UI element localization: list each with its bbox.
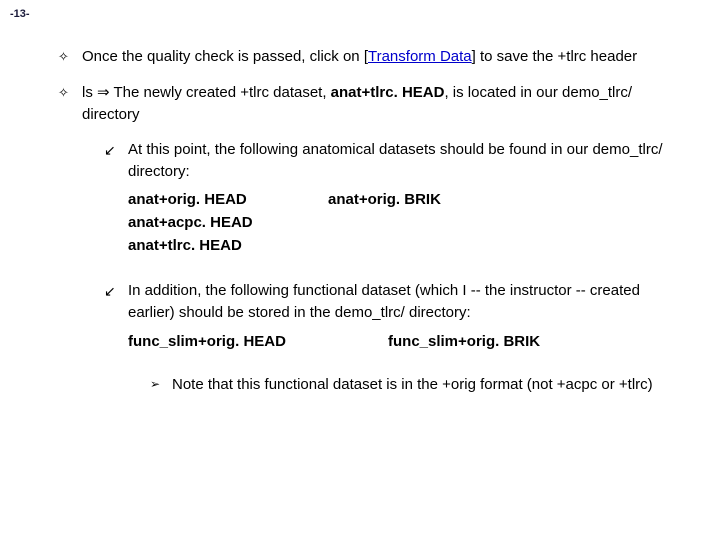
page-number: -13-	[10, 8, 30, 20]
bullet-item-2: ✧ ls ⇒ The newly created +tlrc dataset, …	[58, 82, 680, 126]
transform-data-link[interactable]: Transform Data	[368, 48, 472, 65]
bullet-2-pre: ls	[82, 84, 97, 101]
arrow-bullet-icon: ↙	[104, 280, 128, 324]
file-name: func_slim+orig. HEAD	[128, 333, 388, 350]
anatomical-file-list: anat+orig. HEAD anat+orig. BRIK anat+acp…	[128, 191, 680, 254]
file-row: anat+orig. HEAD anat+orig. BRIK	[128, 191, 680, 208]
file-name: anat+orig. BRIK	[328, 191, 528, 208]
sub-item-1: ↙ At this point, the following anatomica…	[104, 139, 680, 183]
note-item: ➢ Note that this functional dataset is i…	[150, 374, 680, 396]
double-arrow-icon: ⇒	[97, 84, 110, 101]
sub-item-2: ↙ In addition, the following functional …	[104, 280, 680, 324]
arrow-bullet-icon: ↙	[104, 139, 128, 183]
bullet-2-text: ls ⇒ The newly created +tlrc dataset, an…	[82, 82, 680, 126]
bullet-1-text: Once the quality check is passed, click …	[82, 46, 680, 68]
bullet-1-pre: Once the quality check is passed, click …	[82, 48, 364, 65]
chevron-bullet-icon: ➢	[150, 374, 172, 396]
bullet-1-post: to save the +tlrc header	[476, 48, 637, 65]
slide-content: ✧ Once the quality check is passed, clic…	[0, 0, 720, 422]
diamond-bullet-icon: ✧	[58, 46, 82, 68]
sub-2-text: In addition, the following functional da…	[128, 280, 680, 324]
file-name: anat+tlrc. HEAD	[128, 237, 328, 254]
diamond-bullet-icon: ✧	[58, 82, 82, 126]
file-row: anat+tlrc. HEAD	[128, 237, 680, 254]
bullet-2-mid: The newly created +tlrc dataset,	[110, 84, 331, 101]
file-row: anat+acpc. HEAD	[128, 214, 680, 231]
functional-file-list: func_slim+orig. HEAD func_slim+orig. BRI…	[128, 333, 680, 350]
bullet-item-1: ✧ Once the quality check is passed, clic…	[58, 46, 680, 68]
file-row: func_slim+orig. HEAD func_slim+orig. BRI…	[128, 333, 680, 350]
note-text: Note that this functional dataset is in …	[172, 374, 680, 396]
sub-1-text: At this point, the following anatomical …	[128, 139, 680, 183]
file-name: anat+orig. HEAD	[128, 191, 328, 208]
file-name: func_slim+orig. BRIK	[388, 333, 540, 350]
file-name: anat+acpc. HEAD	[128, 214, 328, 231]
bullet-2-bold: anat+tlrc. HEAD	[331, 84, 445, 101]
